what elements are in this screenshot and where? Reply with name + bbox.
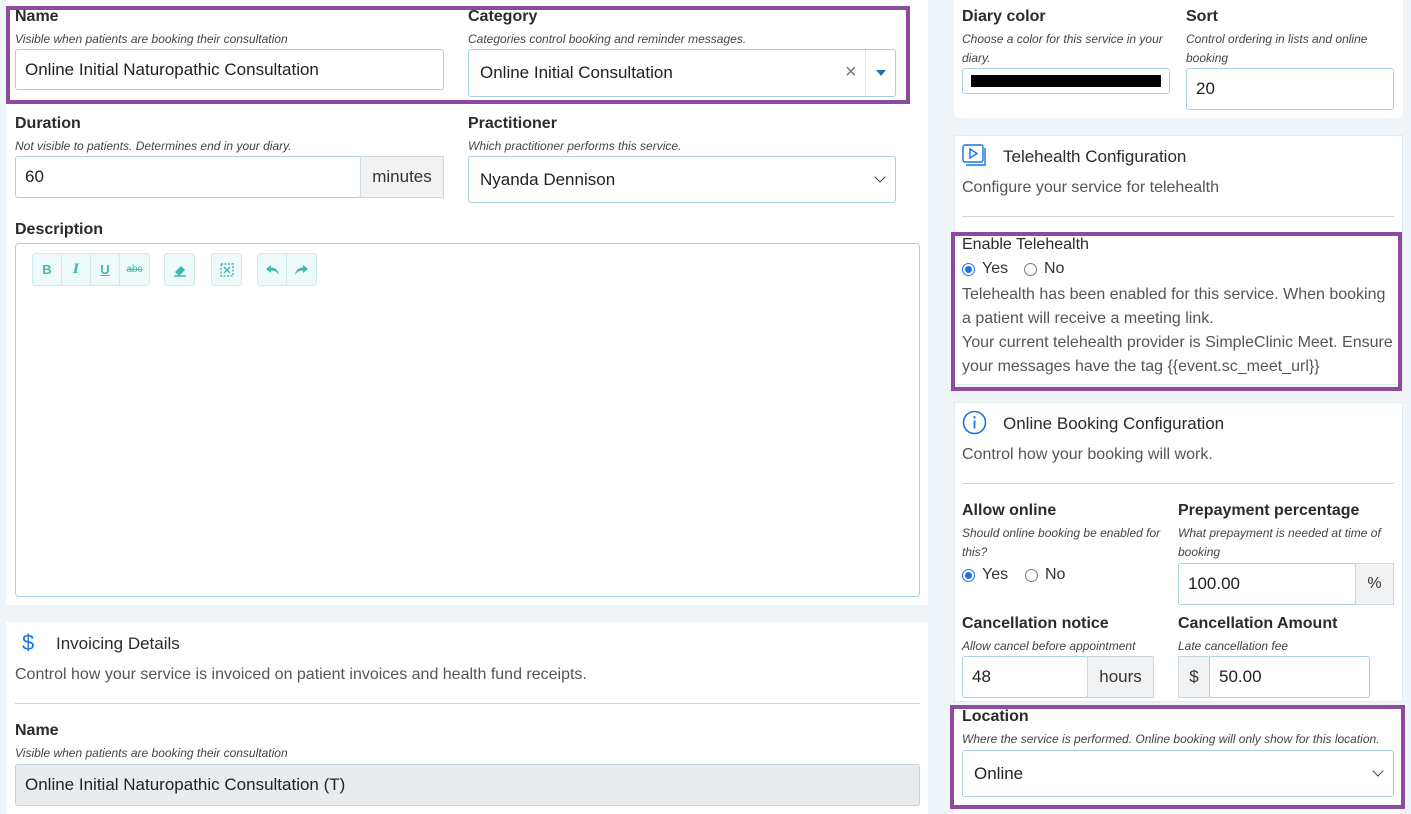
allow-online-yes-radio[interactable] — [962, 568, 975, 582]
info-icon — [962, 410, 987, 440]
cancellation-amount-hint: Late cancellation fee — [1178, 639, 1289, 653]
prepayment-label: Prepayment percentage — [1178, 502, 1360, 519]
highlight-location — [950, 705, 1405, 809]
video-icon — [962, 144, 988, 173]
invoicing-title: Invoicing Details — [56, 634, 180, 653]
duration-hint: Not visible to patients. Determines end … — [15, 139, 292, 153]
history-group — [257, 253, 317, 286]
duration-label: Duration — [15, 115, 81, 132]
format-toolbar-group: B I U abc — [32, 253, 150, 286]
cancellation-notice-input[interactable]: 48 — [962, 656, 1088, 698]
sort-hint: Control ordering in lists and online boo… — [1186, 32, 1368, 65]
practitioner-select[interactable]: Nyanda Dennison — [468, 156, 896, 203]
sort-label: Sort — [1186, 8, 1218, 25]
description-label: Description — [15, 221, 104, 238]
allow-online-label: Allow online — [962, 502, 1057, 519]
practitioner-hint: Which practitioner performs this service… — [468, 139, 682, 153]
cancellation-notice-label: Cancellation notice — [962, 615, 1109, 632]
italic-button[interactable]: I — [62, 254, 91, 285]
duration-input[interactable]: 60 — [15, 156, 361, 198]
invoice-name-hint: Visible when patients are booking their … — [15, 746, 288, 760]
prepayment-hint: What prepayment is needed at time of boo… — [1178, 526, 1381, 559]
redo-icon[interactable] — [287, 254, 316, 285]
duration-unit: minutes — [360, 156, 444, 198]
description-editor[interactable] — [15, 243, 920, 597]
allow-online-no-option[interactable]: No — [1025, 566, 1065, 584]
cancellation-amount-prefix: $ — [1178, 656, 1210, 698]
eraser-icon[interactable] — [165, 254, 194, 285]
invoice-name-label: Name — [15, 722, 59, 739]
diary-color-picker[interactable] — [962, 68, 1170, 94]
telehealth-divider — [962, 216, 1394, 217]
invoice-name-input[interactable]: Online Initial Naturopathic Consultation… — [15, 764, 920, 806]
fullscreen-group — [211, 253, 242, 286]
telehealth-title: Telehealth Configuration — [1003, 147, 1187, 166]
invoicing-divider — [15, 703, 920, 704]
dollar-icon: $ — [22, 630, 35, 655]
allow-online-no-radio[interactable] — [1025, 568, 1038, 582]
diary-color-hint: Choose a color for this service in your … — [962, 32, 1163, 65]
online-booking-title: Online Booking Configuration — [1003, 414, 1225, 433]
strikethrough-button[interactable]: abc — [120, 254, 149, 285]
allow-online-hint: Should online booking be enabled for thi… — [962, 526, 1161, 559]
diary-color-label: Diary color — [962, 8, 1046, 25]
cancellation-amount-label: Cancellation Amount — [1178, 615, 1338, 632]
allow-online-yes-option[interactable]: Yes — [962, 566, 1008, 584]
highlight-telehealth — [951, 232, 1402, 391]
practitioner-label: Practitioner — [468, 115, 557, 132]
sort-input[interactable]: 20 — [1186, 68, 1394, 110]
diary-color-swatch — [971, 75, 1161, 87]
telehealth-subtitle: Configure your service for telehealth — [962, 179, 1220, 196]
cancellation-amount-input[interactable]: 50.00 — [1209, 656, 1370, 698]
cancellation-notice-unit: hours — [1087, 656, 1154, 698]
fullscreen-icon[interactable] — [212, 254, 241, 285]
online-booking-subtitle: Control how your booking will work. — [962, 446, 1213, 463]
highlight-name-category — [6, 6, 910, 104]
cancellation-notice-hint: Allow cancel before appointment — [962, 639, 1136, 653]
online-booking-divider — [962, 483, 1394, 484]
prepayment-unit: % — [1355, 563, 1394, 605]
invoicing-subtitle: Control how your service is invoiced on … — [15, 666, 587, 683]
bold-button[interactable]: B — [33, 254, 62, 285]
prepayment-input[interactable]: 100.00 — [1178, 563, 1356, 605]
clear-format-group — [164, 253, 195, 286]
undo-icon[interactable] — [258, 254, 287, 285]
underline-button[interactable]: U — [91, 254, 120, 285]
